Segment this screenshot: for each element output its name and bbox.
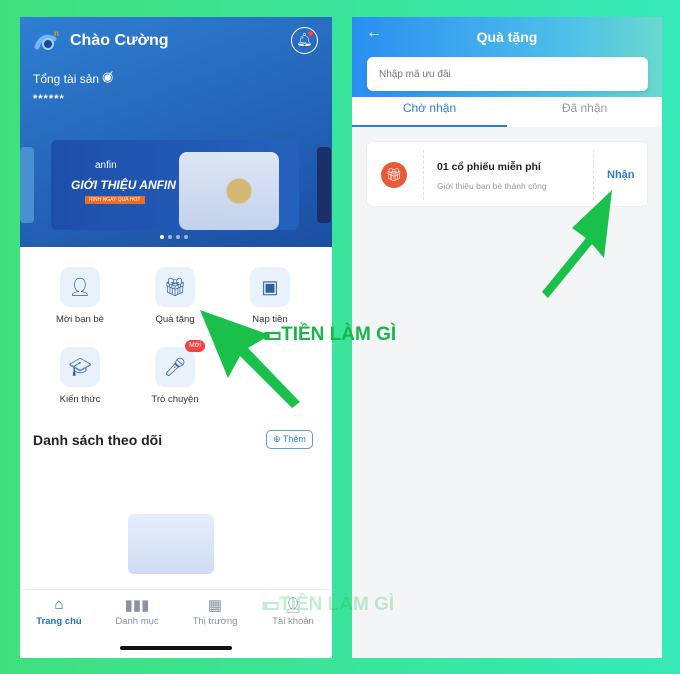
empty-watchlist-illustration	[128, 514, 214, 574]
promo-banner[interactable]: anfin GIỚI THIỆU ANFIN RINH NGAY QUÀ HOT	[51, 140, 299, 230]
tab-label: Trang chủ	[36, 616, 82, 627]
tab-home[interactable]: ⌂ Trang chủ	[20, 596, 98, 627]
gift-title: 01 cổ phiếu miễn phí	[437, 161, 541, 173]
tab-label: Thị trường	[192, 616, 238, 627]
home-icon: ⌂	[54, 596, 64, 613]
watermark-text: TIỀN LÀM GÌ	[279, 594, 395, 615]
bar-chart-icon: ▮▮▮	[124, 597, 150, 614]
menu-chat[interactable]: 🎤︎ Mới Trò chuyện	[130, 340, 220, 405]
tab-label: Danh mục	[115, 616, 159, 627]
invite-friend-icon: 👤︎	[60, 267, 100, 307]
watermark-faint: 💵︎TIỀN LÀM GÌ	[262, 594, 394, 616]
menu-deposit[interactable]: ▣ Nạp tiền	[225, 267, 315, 325]
money-icon: 💵︎	[264, 324, 282, 345]
banner-prev-peek[interactable]	[20, 147, 34, 223]
plus-circle-icon: ⊕	[273, 434, 283, 444]
wallet-icon: ▣	[250, 267, 290, 307]
page-title: Quà tặng	[476, 29, 538, 45]
tab-market[interactable]: ▦ Thị trường	[176, 596, 254, 627]
watermark-logo: 💵︎TIỀN LÀM GÌ	[264, 324, 396, 346]
gift-tabs: Chờ nhận Đã nhận	[352, 97, 662, 127]
carousel-dots	[160, 235, 188, 239]
tab-received[interactable]: Đã nhận	[507, 101, 662, 115]
watchlist-title: Danh sách theo dõi	[33, 432, 163, 448]
hidden-balance: ******	[33, 93, 65, 105]
eye-slash-icon[interactable]: ◉̸	[102, 69, 113, 85]
banner-next-peek[interactable]	[317, 147, 331, 223]
gift-card: 🎁︎ 01 cổ phiếu miễn phí Giới thiệu bạn b…	[366, 141, 648, 207]
tab-portfolio[interactable]: ▮▮▮ Danh mục	[98, 596, 176, 627]
new-badge: Mới	[185, 340, 205, 352]
menu-knowledge[interactable]: 🎓︎ Kiến thức	[35, 347, 125, 405]
total-assets-label: Tổng tài sản	[33, 72, 100, 86]
promo-code-input[interactable]	[367, 57, 648, 91]
menu-invite-friends[interactable]: 👤︎ Mời bạn bè	[35, 267, 125, 325]
greeting: Chào Cường	[70, 32, 169, 49]
tab-pending[interactable]: Chờ nhận	[352, 101, 507, 127]
svg-text:n: n	[54, 29, 59, 38]
anfin-logo-icon: n	[34, 29, 59, 50]
tab-label: Tài khoản	[272, 616, 314, 627]
notification-bell-icon[interactable]: 🔔︎	[291, 27, 318, 54]
gifts-screen: ← Quà tặng Chờ nhận Đã nhận 🎁︎ 01 cổ phi…	[352, 17, 662, 658]
gift-icon: 🎁︎	[381, 162, 407, 188]
banner-title: GIỚI THIỆU ANFIN	[71, 178, 176, 192]
add-watchlist-button[interactable]: ⊕ Thêm	[266, 430, 313, 449]
money-icon: 💵︎	[262, 594, 280, 615]
claim-button[interactable]: Nhận	[607, 169, 635, 181]
watermark-text: TIỀN LÀM GÌ	[281, 324, 397, 345]
microphone-icon: 🎤︎ Mới	[155, 340, 205, 387]
menu-label: Kiến thức	[59, 394, 101, 405]
graduation-cap-icon: 🎓︎	[60, 347, 100, 387]
menu-label: Quà tặng	[155, 314, 195, 325]
banner-brand: anfin	[95, 160, 117, 171]
gift-subtitle: Giới thiệu bạn bè thành công	[437, 181, 547, 191]
menu-gifts[interactable]: 🎁︎ Quà tặng	[130, 267, 220, 325]
menu-label: Mời bạn bè	[56, 314, 104, 325]
banner-subtitle: RINH NGAY QUÀ HOT	[85, 196, 145, 204]
gift-icon: 🎁︎	[155, 267, 195, 307]
home-indicator	[120, 646, 232, 650]
grid-icon: ▦	[207, 597, 223, 614]
header-hero: n Chào Cường 🔔︎ Tổng tài sản ◉̸ ****** a…	[20, 17, 332, 247]
banner-phones-illustration	[179, 152, 279, 230]
add-label: Thêm	[282, 434, 306, 444]
menu-label: Trò chuyện	[151, 394, 199, 405]
